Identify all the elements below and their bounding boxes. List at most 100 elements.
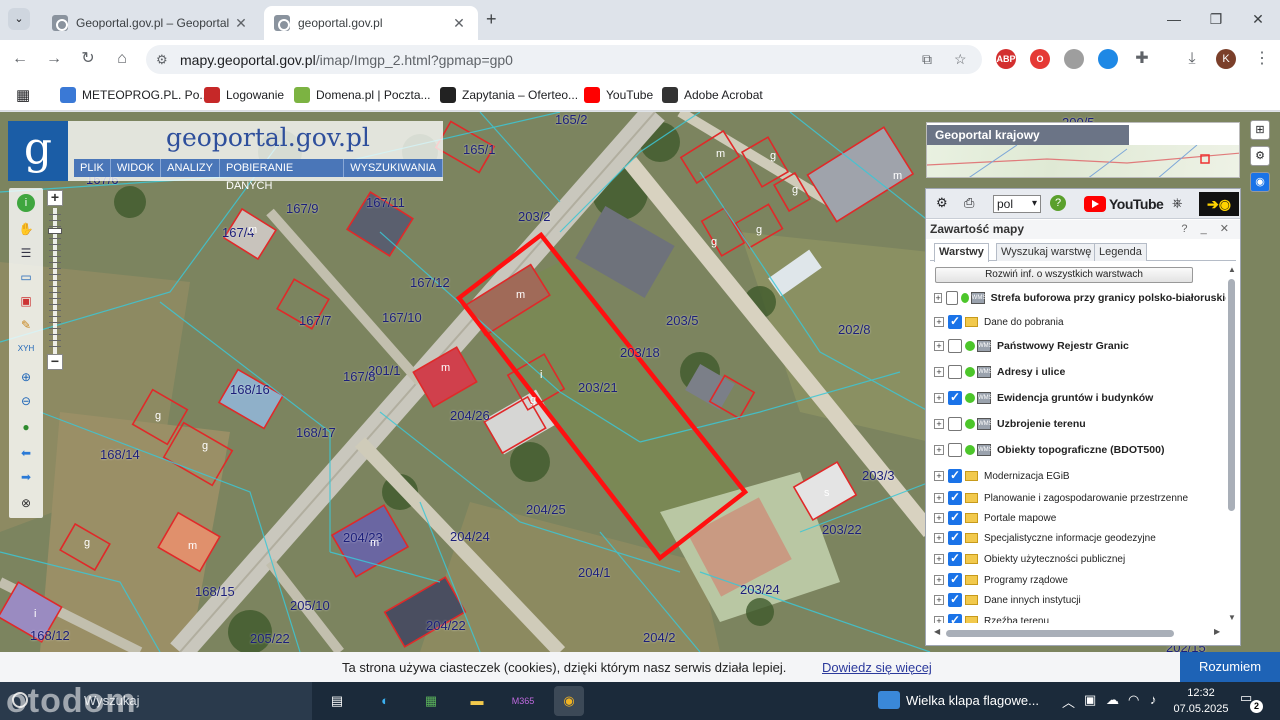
zoom-in-magnifier-icon[interactable]: ⊕: [17, 368, 35, 386]
expand-layer-icon[interactable]: +: [934, 493, 944, 503]
layer-row[interactable]: + WMS Obiekty topograficzne (BDOT500): [934, 440, 1226, 460]
close-tab-icon[interactable]: ✕: [450, 15, 468, 32]
browser-extension-icon[interactable]: [1098, 49, 1118, 69]
tray-overflow-chevron-icon[interactable]: ︿: [1062, 692, 1075, 711]
browser-extension-icon[interactable]: ABP: [996, 49, 1016, 69]
menu-kebab-icon[interactable]: ⋮: [1250, 48, 1274, 70]
help-question-icon[interactable]: ?: [1050, 195, 1066, 211]
cookie-accept-button[interactable]: Rozumiem: [1180, 652, 1280, 682]
taskbar-search[interactable]: Wyszukaj otodom: [0, 682, 312, 720]
layer-tree-horizontal-scrollbar[interactable]: ◀ ▶: [934, 627, 1224, 639]
expand-layer-icon[interactable]: +: [934, 616, 944, 623]
bookmark-item[interactable]: Domena.pl | Poczta...: [294, 86, 431, 104]
task-view-icon[interactable]: ▤: [322, 686, 352, 716]
news-widget[interactable]: Wielka klapa flagowe...: [878, 691, 1039, 709]
zoom-knob[interactable]: [48, 228, 62, 234]
high-contrast-eye-icon[interactable]: ➔◉: [1199, 192, 1239, 216]
expand-layer-icon[interactable]: +: [934, 554, 944, 564]
calculator-icon[interactable]: ▦: [416, 686, 446, 716]
tab-legenda[interactable]: Legenda: [1094, 243, 1147, 261]
expand-layer-icon[interactable]: +: [934, 293, 943, 303]
reload-icon[interactable]: ↻: [76, 48, 100, 70]
home-icon[interactable]: ⌂: [110, 48, 134, 70]
scroll-down-arrow-icon[interactable]: ▼: [1228, 613, 1236, 622]
layer-row[interactable]: + Rzeźba terenu: [934, 611, 1226, 623]
youtube-link[interactable]: YouTube: [1084, 195, 1164, 213]
layer-checkbox[interactable]: [948, 443, 962, 457]
pan-hand-icon[interactable]: ✋: [17, 220, 35, 238]
expand-layer-icon[interactable]: +: [934, 393, 944, 403]
layer-row[interactable]: + Obiekty użyteczności publicznej: [934, 549, 1226, 569]
layer-row[interactable]: + Portale mapowe: [934, 508, 1226, 528]
settings-grid-icon[interactable]: ⚙: [936, 195, 948, 211]
layer-checkbox[interactable]: [948, 613, 962, 623]
cookie-learn-more-link[interactable]: Dowiedz się więcej: [822, 660, 932, 675]
expand-layer-icon[interactable]: +: [934, 595, 944, 605]
help-lifebuoy-icon[interactable]: ⊗: [17, 494, 35, 512]
previous-view-arrow-icon[interactable]: ⬅: [17, 444, 35, 462]
panel-window-controls[interactable]: ? _ ✕: [1181, 220, 1234, 239]
info-icon[interactable]: i: [17, 194, 35, 212]
scroll-right-arrow-icon[interactable]: ▶: [1214, 627, 1220, 636]
scroll-up-arrow-icon[interactable]: ▲: [1228, 265, 1236, 274]
expand-layer-icon[interactable]: +: [934, 367, 944, 377]
geoportal-menu-item[interactable]: WIDOK: [111, 159, 162, 177]
accessibility-wheel-icon[interactable]: ⎈: [1172, 195, 1182, 211]
expand-layer-icon[interactable]: +: [934, 419, 944, 429]
geoportal-menu-item[interactable]: POBIERANIE DANYCH: [220, 159, 345, 192]
new-tab-button[interactable]: +: [486, 9, 497, 30]
minimize-icon[interactable]: —: [1152, 8, 1196, 30]
geoportal-menu-item[interactable]: WYSZUKIWANIA: [344, 159, 443, 177]
close-tab-icon[interactable]: ✕: [232, 15, 250, 32]
geoportal-menu-item[interactable]: ANALIZY: [161, 159, 220, 177]
tab-warstwy[interactable]: Warstwy: [934, 243, 989, 262]
print-icon[interactable]: ⎙: [964, 195, 974, 211]
edge-browser-icon[interactable]: ◐: [370, 686, 400, 716]
layer-checkbox[interactable]: [948, 468, 962, 483]
view-eye-icon[interactable]: ◉: [1250, 172, 1270, 192]
bookmark-star-icon[interactable]: ☆: [954, 51, 967, 68]
address-bar[interactable]: ⚙ mapy.geoportal.gov.pl/imap/Imgp_2.html…: [146, 45, 982, 74]
vertical-scroll-thumb[interactable]: [1228, 279, 1235, 511]
expand-layer-icon[interactable]: +: [934, 445, 944, 455]
file-explorer-icon[interactable]: ▬: [462, 686, 492, 716]
expand-layer-icon[interactable]: +: [934, 513, 944, 523]
layer-checkbox[interactable]: [948, 390, 962, 405]
layer-checkbox[interactable]: [948, 339, 962, 353]
layer-checkbox[interactable]: [948, 592, 962, 607]
map-settings-icon[interactable]: ⚙: [1250, 146, 1270, 166]
back-icon[interactable]: ←: [8, 48, 32, 70]
layer-checkbox[interactable]: [948, 365, 962, 379]
zoom-in-button[interactable]: +: [47, 190, 63, 206]
zoom-slider[interactable]: + −: [46, 190, 64, 372]
layer-checkbox[interactable]: [948, 314, 962, 329]
install-app-icon[interactable]: ⧉: [922, 51, 932, 68]
microsoft-365-icon[interactable]: M365: [508, 686, 538, 716]
layers-list-icon[interactable]: ☰: [17, 244, 35, 262]
expand-layer-icon[interactable]: +: [934, 533, 944, 543]
volume-icon[interactable]: ♪: [1150, 692, 1157, 707]
expand-all-layers-info-button[interactable]: Rozwiń inf. o wszystkich warstwach: [935, 267, 1193, 283]
layer-checkbox[interactable]: [948, 530, 962, 545]
layer-row[interactable]: + Modernizacja EGiB: [934, 466, 1226, 486]
layer-row[interactable]: + Specjalistyczne informacje geodezyjne: [934, 528, 1226, 548]
layer-row[interactable]: + Programy rządowe: [934, 570, 1226, 590]
forward-icon[interactable]: →: [42, 48, 66, 70]
apps-grid-icon[interactable]: ▦: [16, 86, 30, 104]
layer-row[interactable]: + WMS Uzbrojenie terenu: [934, 414, 1226, 434]
tab-wyszukaj-warstwe[interactable]: Wyszukaj warstwę: [996, 243, 1097, 261]
tray-app-icon[interactable]: ▣: [1084, 692, 1096, 708]
layer-row[interactable]: + WMS Strefa buforowa przy granicy polsko-…: [934, 288, 1226, 308]
zoom-out-magnifier-icon[interactable]: ⊖: [17, 392, 35, 410]
bookmark-item[interactable]: METEOPROG.PL. Po...: [60, 86, 209, 104]
print-area-icon[interactable]: ▣: [17, 292, 35, 310]
chrome-icon[interactable]: ◉: [554, 686, 584, 716]
notifications-bell-icon[interactable]: ▭ 2: [1240, 690, 1263, 713]
bookmark-item[interactable]: Logowanie: [204, 86, 284, 104]
layer-row[interactable]: + Planowanie i zagospodarowanie przestrze…: [934, 488, 1226, 508]
horizontal-scroll-thumb[interactable]: [946, 630, 1174, 637]
tab-geoportal-krajowy[interactable]: Geoportal.gov.pl – Geoportal krajowy ✕: [42, 6, 260, 40]
tab-geoportal-active[interactable]: geoportal.gov.pl ✕: [264, 6, 478, 40]
profile-avatar[interactable]: K: [1216, 49, 1236, 69]
layer-checkbox[interactable]: [948, 572, 962, 587]
